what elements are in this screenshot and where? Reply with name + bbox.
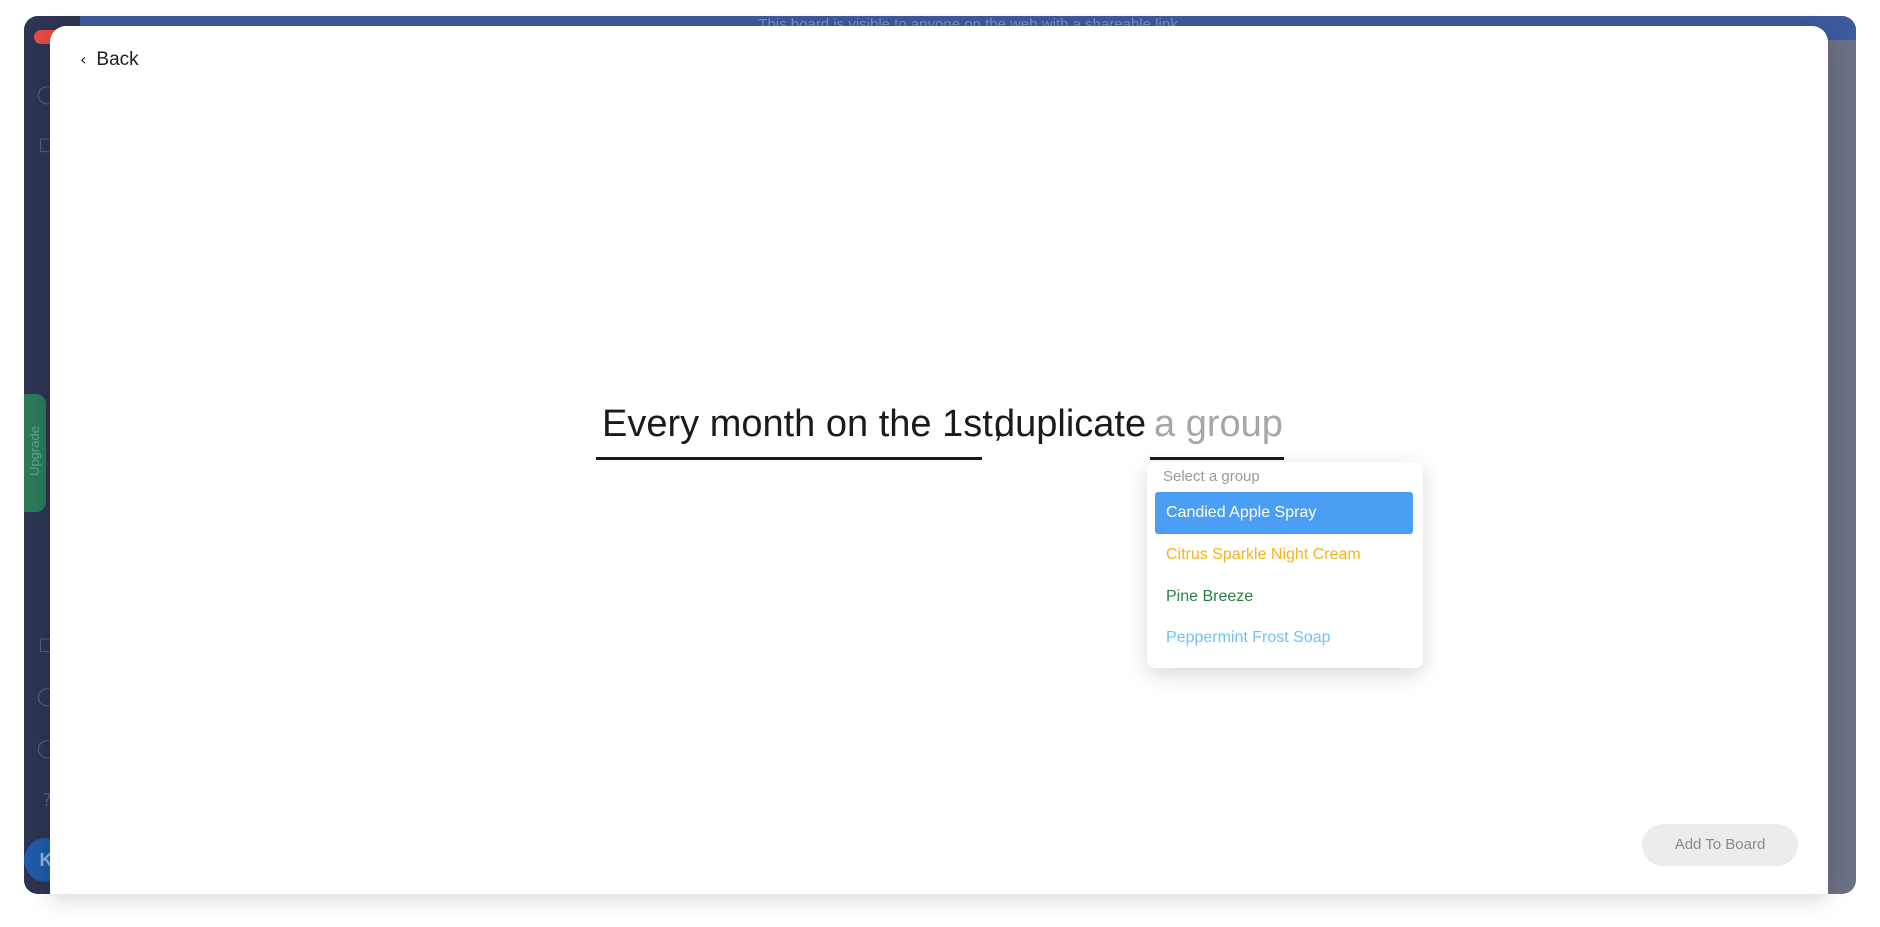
upgrade-label: Upgrade	[27, 426, 42, 476]
upgrade-tab[interactable]: Upgrade	[24, 394, 46, 512]
back-label: Back	[96, 49, 139, 70]
chevron-left-icon: ‹	[80, 50, 87, 69]
group-option[interactable]: Citrus Sparkle Night Cream	[1155, 534, 1413, 576]
action-word: duplicate	[994, 403, 1147, 445]
group-option[interactable]: Peppermint Frost Soap	[1155, 617, 1413, 659]
group-selector[interactable]: a group	[1150, 400, 1284, 460]
back-button[interactable]: ‹ Back	[80, 50, 139, 70]
add-to-board-button[interactable]: Add To Board	[1642, 824, 1798, 866]
group-dropdown: Select a group Candied Apple Spray Citru…	[1147, 462, 1423, 668]
group-option[interactable]: Candied Apple Spray	[1155, 492, 1413, 534]
automation-modal: ‹ Back Every month on the 1st, duplicate…	[50, 26, 1828, 894]
dropdown-header: Select a group	[1163, 468, 1260, 485]
trigger-clause[interactable]: Every month on the 1st,	[596, 400, 1003, 460]
group-option[interactable]: Pine Breeze	[1155, 576, 1413, 618]
